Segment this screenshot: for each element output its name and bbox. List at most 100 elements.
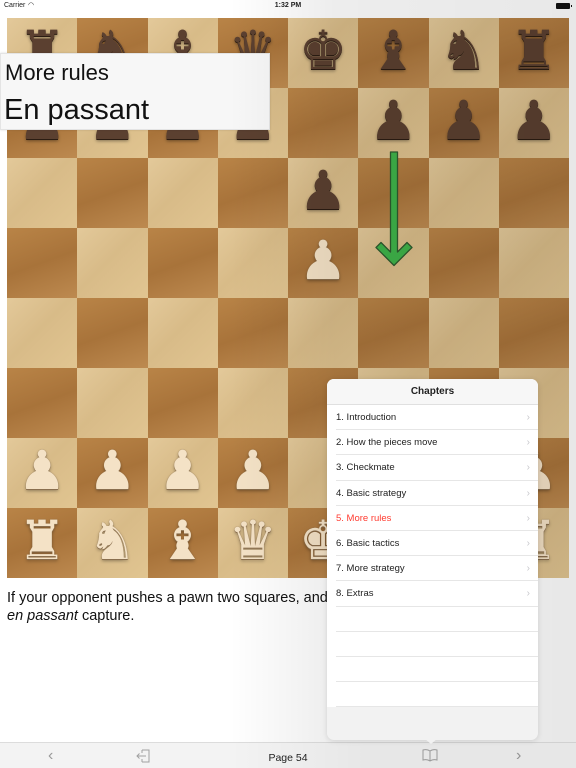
square-b5[interactable] <box>77 228 148 298</box>
black-bishop-icon[interactable]: ♝ <box>369 24 417 78</box>
empty-row <box>327 657 538 683</box>
chapter-item-label: 3. Checkmate <box>336 462 395 474</box>
square-e5[interactable]: ♟ <box>288 228 359 298</box>
chapter-item-label: 5. More rules <box>336 512 392 524</box>
square-c5[interactable] <box>147 228 218 298</box>
square-g7[interactable]: ♟ <box>428 88 499 158</box>
square-c3[interactable] <box>147 368 218 438</box>
popover-pointer <box>424 738 438 744</box>
app-root: Carrier ◠ 1:32 PM ♜♞♝♛♚♝♞♜♟♟♟♟♟♟♟♟♟♟♟♟♟♟… <box>0 0 576 768</box>
body-text-line1: If your opponent pushes a pawn two squar… <box>7 590 356 606</box>
chapter-item[interactable]: 7. More strategy › <box>327 556 538 582</box>
chapter-item[interactable]: 5. More rules › <box>327 506 538 532</box>
square-c4[interactable] <box>147 298 218 368</box>
clock: 1:32 PM <box>274 2 302 9</box>
chevron-right-icon[interactable]: › <box>516 747 521 765</box>
square-h7[interactable]: ♟ <box>498 88 569 158</box>
square-b6[interactable] <box>77 158 148 228</box>
square-a3[interactable] <box>7 368 78 438</box>
white-pawn-icon[interactable]: ♟ <box>158 444 206 498</box>
chapter-item[interactable]: 6. Basic tactics › <box>327 531 538 557</box>
square-h5[interactable] <box>498 228 569 298</box>
move-arrow <box>375 151 413 267</box>
empty-row <box>327 682 538 708</box>
square-d6[interactable] <box>217 158 288 228</box>
empty-row <box>327 632 538 658</box>
status-bar: Carrier ◠ 1:32 PM <box>0 0 576 13</box>
white-queen-icon[interactable]: ♛ <box>229 514 277 568</box>
white-knight-icon[interactable]: ♞ <box>88 514 136 568</box>
chapter-item-label: 4. Basic strategy <box>336 487 407 499</box>
square-b2[interactable]: ♟ <box>77 438 148 508</box>
white-rook-icon[interactable]: ♜ <box>18 514 66 568</box>
square-h8[interactable]: ♜ <box>498 18 569 88</box>
black-king-icon[interactable]: ♚ <box>299 24 347 78</box>
empty-row <box>327 607 538 632</box>
chapter-item[interactable]: 2. How the pieces move › <box>327 430 538 456</box>
square-e6[interactable]: ♟ <box>288 158 359 228</box>
white-pawn-icon[interactable]: ♟ <box>88 444 136 498</box>
white-pawn-icon[interactable]: ♟ <box>229 444 277 498</box>
arrow-shaft <box>375 151 413 267</box>
square-c6[interactable] <box>147 158 218 228</box>
chapter-item[interactable]: 8. Extras › <box>327 581 538 607</box>
square-a5[interactable] <box>7 228 78 298</box>
square-a4[interactable] <box>7 298 78 368</box>
white-bishop-icon[interactable]: ♝ <box>158 514 206 568</box>
body-text-line2: capture. <box>77 608 135 624</box>
square-b4[interactable] <box>77 298 148 368</box>
black-pawn-icon[interactable]: ♟ <box>439 94 487 148</box>
black-knight-icon[interactable]: ♞ <box>439 24 487 78</box>
chevron-right-icon: › <box>526 563 530 575</box>
square-a6[interactable] <box>7 158 78 228</box>
chapter-item[interactable]: 3. Checkmate › <box>327 455 538 481</box>
square-d3[interactable] <box>217 368 288 438</box>
square-g8[interactable]: ♞ <box>428 18 499 88</box>
square-a1[interactable]: ♜ <box>7 508 78 578</box>
square-g4[interactable] <box>428 298 499 368</box>
square-g6[interactable] <box>428 158 499 228</box>
square-c2[interactable]: ♟ <box>147 438 218 508</box>
square-h4[interactable] <box>498 298 569 368</box>
square-g5[interactable] <box>428 228 499 298</box>
square-f4[interactable] <box>358 298 429 368</box>
chapter-item[interactable]: 1. Introduction › <box>327 405 538 431</box>
battery-icon <box>556 3 572 9</box>
chapter-title: More rules <box>5 60 109 85</box>
page-label: Page 54 <box>268 752 308 764</box>
black-pawn-icon[interactable]: ♟ <box>369 94 417 148</box>
chapter-item-label: 6. Basic tactics <box>336 537 400 549</box>
chapter-item[interactable]: 4. Basic strategy › <box>327 481 538 506</box>
black-pawn-icon[interactable]: ♟ <box>299 164 347 218</box>
black-pawn-icon[interactable]: ♟ <box>510 94 558 148</box>
book-icon[interactable] <box>422 748 438 762</box>
chapter-item-label: 7. More strategy <box>336 563 405 575</box>
section-title: En passant <box>4 94 150 126</box>
square-f8[interactable]: ♝ <box>358 18 429 88</box>
square-a2[interactable]: ♟ <box>7 438 78 508</box>
chevron-right-icon: › <box>526 462 530 474</box>
black-rook-icon[interactable]: ♜ <box>510 24 558 78</box>
chevron-right-icon: › <box>526 537 530 549</box>
square-b3[interactable] <box>77 368 148 438</box>
chapter-item-label: 1. Introduction <box>336 412 397 423</box>
square-d5[interactable] <box>217 228 288 298</box>
square-e4[interactable] <box>288 298 359 368</box>
square-e7[interactable] <box>288 88 359 158</box>
popover-title: Chapters <box>327 379 538 405</box>
square-d1[interactable]: ♛ <box>217 508 288 578</box>
square-d4[interactable] <box>217 298 288 368</box>
chevron-right-icon: › <box>526 437 530 449</box>
chevron-right-icon: › <box>526 487 530 499</box>
chapter-list: 1. Introduction › 2. How the pieces move › 3… <box>327 405 538 708</box>
white-pawn-icon[interactable]: ♟ <box>299 234 347 288</box>
chapter-item-label: 2. How the pieces move <box>336 437 438 449</box>
square-h6[interactable] <box>498 158 569 228</box>
chapters-popover: Chapters 1. Introduction › 2. How the piec… <box>327 379 538 740</box>
square-b1[interactable]: ♞ <box>77 508 148 578</box>
square-c1[interactable]: ♝ <box>147 508 218 578</box>
square-d2[interactable]: ♟ <box>217 438 288 508</box>
square-e8[interactable]: ♚ <box>288 18 359 88</box>
chapter-item-label: 8. Extras <box>336 588 374 600</box>
white-pawn-icon[interactable]: ♟ <box>18 444 66 498</box>
